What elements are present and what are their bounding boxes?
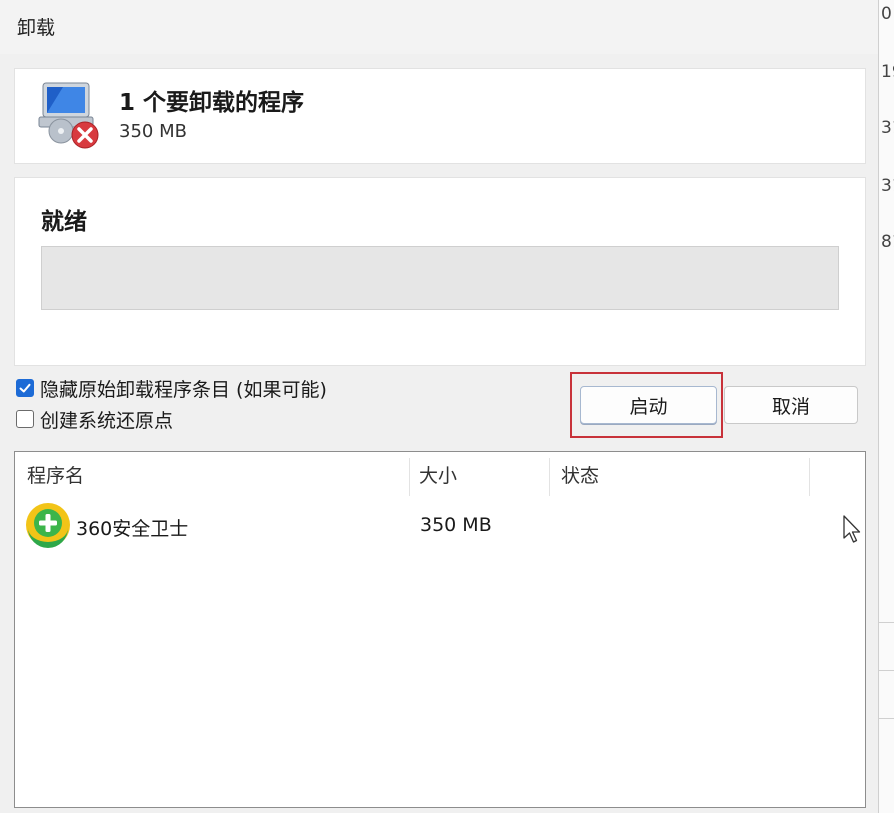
checkbox-unchecked-icon [16,410,34,428]
start-button[interactable]: 启动 [580,386,717,424]
summary-size: 350 MB [119,121,187,142]
background-text: 31 [881,118,894,138]
column-header-name[interactable]: 程序名 [27,452,84,496]
background-window-edge: 0 19 31 31 81 [878,0,894,813]
background-divider [879,670,894,671]
table-row[interactable]: 360安全卫士 350 MB [15,500,865,552]
window-title: 卸载 [17,17,56,39]
restore-point-label: 创建系统还原点 [40,409,174,432]
hide-entry-label: 隐藏原始卸载程序条目 (如果可能) [40,378,327,401]
uninstall-dialog: 卸载 1 个要卸载的程序 350 MB 就绪 隐藏原始卸载程序条目 (如果可能)… [0,0,879,813]
background-text: 0 [881,4,892,24]
summary-panel: 1 个要卸载的程序 350 MB [14,68,866,164]
column-divider [549,458,550,496]
cancel-button[interactable]: 取消 [724,386,858,424]
mouse-cursor-icon [843,515,861,543]
background-divider [879,622,894,623]
program-list[interactable]: 程序名 大小 状态 360安全卫士 350 MB [14,451,866,808]
list-header: 程序名 大小 状态 [15,452,865,496]
summary-title: 1 个要卸载的程序 [119,90,305,116]
column-header-size[interactable]: 大小 [419,452,457,496]
progress-bar [41,246,839,310]
checkbox-checked-icon [16,379,34,397]
background-text: 19 [881,62,894,82]
uninstall-computer-icon [38,82,99,149]
background-text: 81 [881,232,894,252]
360-security-icon [26,503,70,548]
column-header-status[interactable]: 状态 [561,452,599,496]
column-divider [809,458,810,496]
restore-point-checkbox[interactable]: 创建系统还原点 [16,407,174,432]
status-title: 就绪 [41,209,87,235]
status-panel: 就绪 [14,177,866,366]
background-divider [879,718,894,719]
column-divider [409,458,410,496]
title-bar[interactable]: 卸载 [0,0,878,54]
background-text: 31 [881,176,894,196]
program-size: 350 MB [420,514,492,536]
hide-entry-checkbox[interactable]: 隐藏原始卸载程序条目 (如果可能) [16,376,327,401]
program-name: 360安全卫士 [76,518,189,540]
